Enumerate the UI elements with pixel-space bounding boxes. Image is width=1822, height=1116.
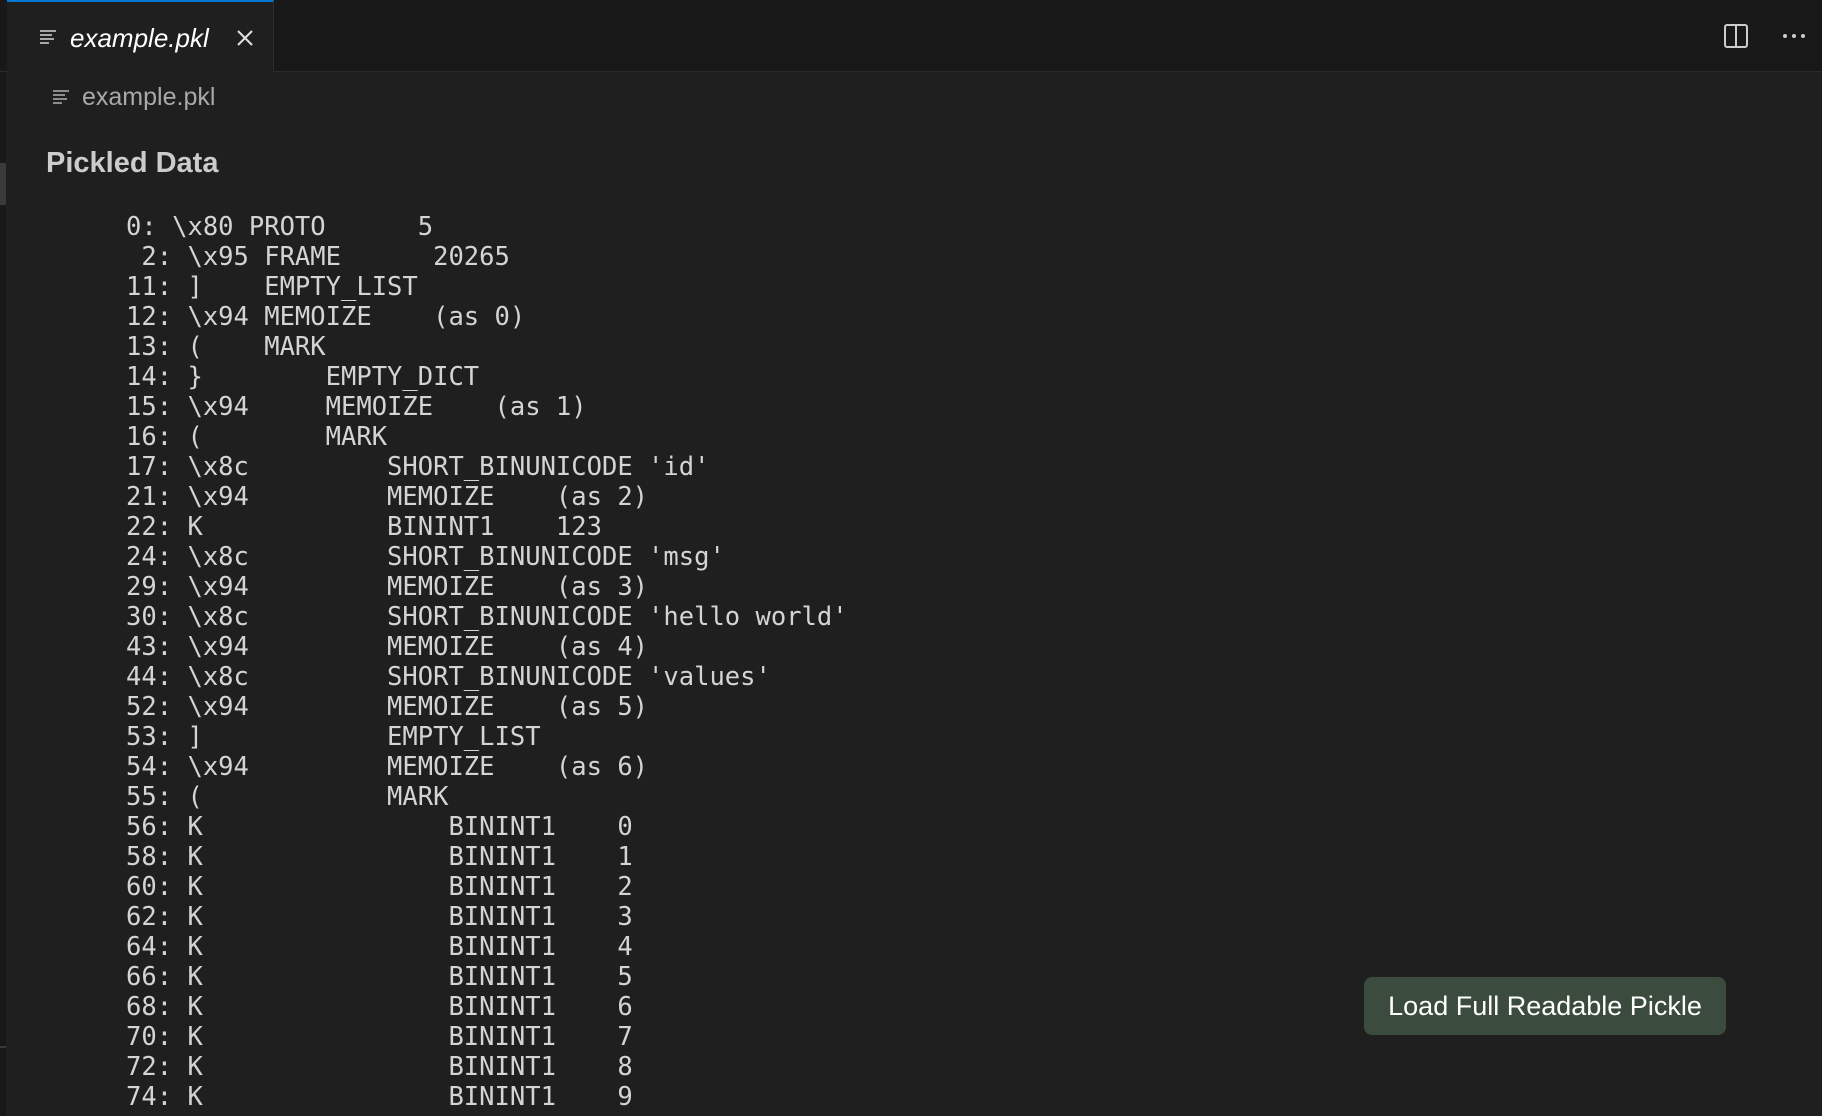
tab-bar: example.pkl (0, 0, 1822, 72)
page-title: Pickled Data (46, 147, 219, 179)
pickle-disassembly: 0: \x80 PROTO 5 2: \x95 FRAME 20265 11: … (126, 212, 848, 1112)
breadcrumb[interactable]: example.pkl (52, 80, 215, 114)
split-editor-icon[interactable] (1722, 22, 1750, 50)
more-actions-icon[interactable] (1780, 22, 1808, 50)
left-gutter (0, 72, 6, 1116)
editor-actions (1722, 22, 1808, 50)
breadcrumb-label: example.pkl (82, 82, 216, 111)
text-file-icon (40, 30, 56, 44)
tab-label: example.pkl (70, 23, 209, 53)
tab-example-pkl[interactable]: example.pkl (7, 0, 274, 72)
gutter-indicator (0, 163, 6, 205)
load-full-readable-pickle-button[interactable]: Load Full Readable Pickle (1364, 977, 1726, 1035)
text-file-icon (53, 90, 69, 104)
close-icon[interactable] (233, 26, 257, 50)
gutter-divider (0, 1046, 6, 1048)
